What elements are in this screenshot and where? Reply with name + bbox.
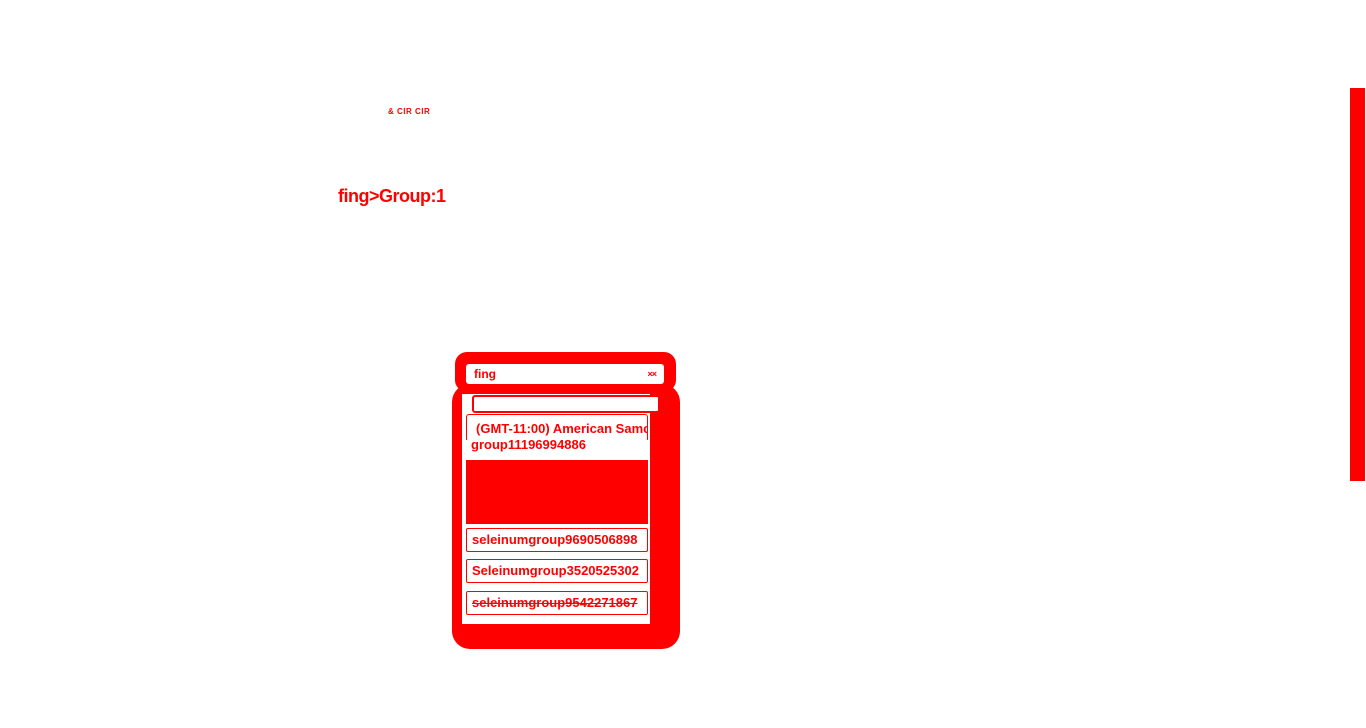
close-icon[interactable]: ×× [647,369,656,379]
tiny-label: & CIR CIR [388,107,431,116]
timezone-option[interactable]: (GMT-11:00) American Samoa [466,414,648,442]
list-item[interactable]: Seleinumgroup3520525302 [466,559,648,583]
vertical-scrollbar[interactable] [1350,88,1365,481]
list-item[interactable]: seleinumgroup9690506898 [466,528,648,552]
page-title: fing>Group:1 [338,186,446,207]
highlighted-option[interactable] [466,460,648,524]
popup-scrollbar[interactable] [650,412,668,622]
list-item[interactable]: group11196994886 [466,440,648,460]
list-item[interactable]: seleinumgroup9542271867 [466,591,648,615]
selected-chip[interactable]: fing ×× [466,364,664,384]
page-title-text: fing>Group:1 [338,186,446,206]
chip-label: fing [474,367,496,381]
search-input[interactable] [472,395,660,413]
